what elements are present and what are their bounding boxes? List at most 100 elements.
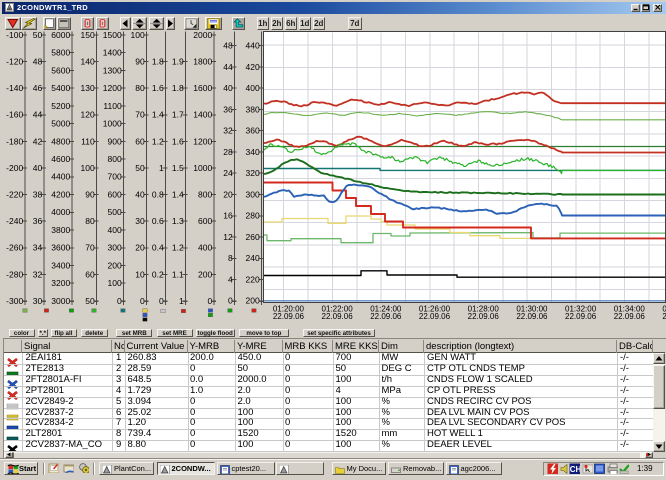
svg-text:1.6: 1.6 xyxy=(172,136,184,146)
svg-text:70: 70 xyxy=(85,243,95,253)
svg-text:440: 440 xyxy=(246,41,260,51)
svg-text:22.09.06: 22.09.06 xyxy=(468,312,500,321)
svg-text:3600: 3600 xyxy=(51,243,70,253)
svg-text:200: 200 xyxy=(246,296,260,306)
svg-text:300: 300 xyxy=(108,243,122,253)
svg-text:3200: 3200 xyxy=(51,278,70,288)
svg-text:400: 400 xyxy=(198,243,212,253)
svg-text:600: 600 xyxy=(108,190,122,200)
svg-text:260: 260 xyxy=(246,232,260,242)
svg-text:22.09.06: 22.09.06 xyxy=(419,312,451,321)
svg-text:5600: 5600 xyxy=(51,65,70,75)
svg-text:22.09.06: 22.09.06 xyxy=(516,312,548,321)
svg-text:6000: 6000 xyxy=(51,30,70,40)
svg-text:22.09.06: 22.09.06 xyxy=(273,312,305,321)
svg-text:2000: 2000 xyxy=(193,30,212,40)
svg-text:0.4: 0.4 xyxy=(152,243,164,253)
svg-text:600: 600 xyxy=(198,216,212,226)
svg-text:0: 0 xyxy=(207,296,212,306)
svg-text:20: 20 xyxy=(223,189,233,199)
svg-text:1.5: 1.5 xyxy=(172,163,184,173)
svg-text:1.4: 1.4 xyxy=(172,190,184,200)
svg-text:0: 0 xyxy=(228,296,233,306)
svg-text:800: 800 xyxy=(108,154,122,164)
svg-text:340: 340 xyxy=(246,147,260,157)
svg-text:1.7: 1.7 xyxy=(172,110,184,120)
svg-text:-260: -260 xyxy=(6,243,23,253)
svg-text:38: 38 xyxy=(33,190,43,200)
svg-text:5400: 5400 xyxy=(51,83,70,93)
svg-text:60: 60 xyxy=(135,136,145,146)
svg-text:-200: -200 xyxy=(6,163,23,173)
svg-text:360: 360 xyxy=(246,126,260,136)
svg-text:28: 28 xyxy=(223,147,233,157)
svg-text:22.09.06: 22.09.06 xyxy=(662,312,666,321)
svg-text:80: 80 xyxy=(135,83,145,93)
svg-text:1500: 1500 xyxy=(103,30,122,40)
svg-text:-220: -220 xyxy=(6,190,23,200)
svg-text:-180: -180 xyxy=(6,136,23,146)
svg-text:8: 8 xyxy=(228,253,233,263)
svg-text:42: 42 xyxy=(33,136,43,146)
svg-text:-140: -140 xyxy=(6,83,23,93)
svg-text:1.3: 1.3 xyxy=(172,216,184,226)
svg-text:1000: 1000 xyxy=(193,163,212,173)
svg-text:110: 110 xyxy=(81,136,95,146)
svg-text:1.9: 1.9 xyxy=(172,57,184,67)
svg-text:0: 0 xyxy=(159,296,164,306)
svg-text:500: 500 xyxy=(108,207,122,217)
svg-text:50: 50 xyxy=(85,296,95,306)
svg-text:48: 48 xyxy=(33,57,43,67)
svg-text:100: 100 xyxy=(108,278,122,288)
svg-text:1.2: 1.2 xyxy=(172,243,184,253)
svg-text:3800: 3800 xyxy=(51,225,70,235)
svg-text:20: 20 xyxy=(135,243,145,253)
svg-text:46: 46 xyxy=(33,83,43,93)
svg-text:-300: -300 xyxy=(6,296,23,306)
svg-text:1100: 1100 xyxy=(103,101,122,111)
svg-text:5200: 5200 xyxy=(51,101,70,111)
svg-text:300: 300 xyxy=(246,189,260,199)
svg-text:4400: 4400 xyxy=(51,172,70,182)
svg-text:1300: 1300 xyxy=(103,65,122,75)
svg-text:0.2: 0.2 xyxy=(152,269,164,279)
svg-text:0: 0 xyxy=(140,296,145,306)
svg-text:100: 100 xyxy=(81,163,95,173)
svg-text:320: 320 xyxy=(246,168,260,178)
svg-text:40: 40 xyxy=(223,83,233,93)
svg-text:1: 1 xyxy=(179,296,184,306)
svg-text:-160: -160 xyxy=(6,110,23,120)
svg-text:1800: 1800 xyxy=(193,57,212,67)
svg-text:240: 240 xyxy=(246,253,260,263)
svg-text:100: 100 xyxy=(131,30,145,40)
svg-text:1400: 1400 xyxy=(193,110,212,120)
svg-text:36: 36 xyxy=(223,104,233,114)
svg-text:24: 24 xyxy=(223,168,233,178)
svg-text:1.8: 1.8 xyxy=(152,57,164,67)
svg-text:22.09.06: 22.09.06 xyxy=(565,312,597,321)
svg-text:1200: 1200 xyxy=(193,136,212,146)
svg-text:-120: -120 xyxy=(6,57,23,67)
svg-text:3400: 3400 xyxy=(51,260,70,270)
svg-text:4000: 4000 xyxy=(51,207,70,217)
svg-text:34: 34 xyxy=(33,243,43,253)
svg-text:140: 140 xyxy=(81,57,95,67)
svg-text:1.4: 1.4 xyxy=(152,110,164,120)
svg-text:40: 40 xyxy=(135,190,145,200)
svg-text:30: 30 xyxy=(33,296,43,306)
svg-text:900: 900 xyxy=(108,136,122,146)
svg-text:1: 1 xyxy=(159,163,164,173)
svg-text:150: 150 xyxy=(81,30,95,40)
svg-text:12: 12 xyxy=(223,232,233,242)
svg-text:50: 50 xyxy=(135,163,145,173)
svg-text:0: 0 xyxy=(117,296,122,306)
svg-text:-280: -280 xyxy=(6,269,23,279)
svg-text:60: 60 xyxy=(85,269,95,279)
svg-text:1.8: 1.8 xyxy=(172,83,184,93)
svg-text:32: 32 xyxy=(33,269,43,279)
svg-text:700: 700 xyxy=(108,172,122,182)
svg-text:44: 44 xyxy=(33,110,43,120)
svg-text:-240: -240 xyxy=(6,216,23,226)
svg-text:380: 380 xyxy=(246,104,260,114)
svg-text:70: 70 xyxy=(135,110,145,120)
